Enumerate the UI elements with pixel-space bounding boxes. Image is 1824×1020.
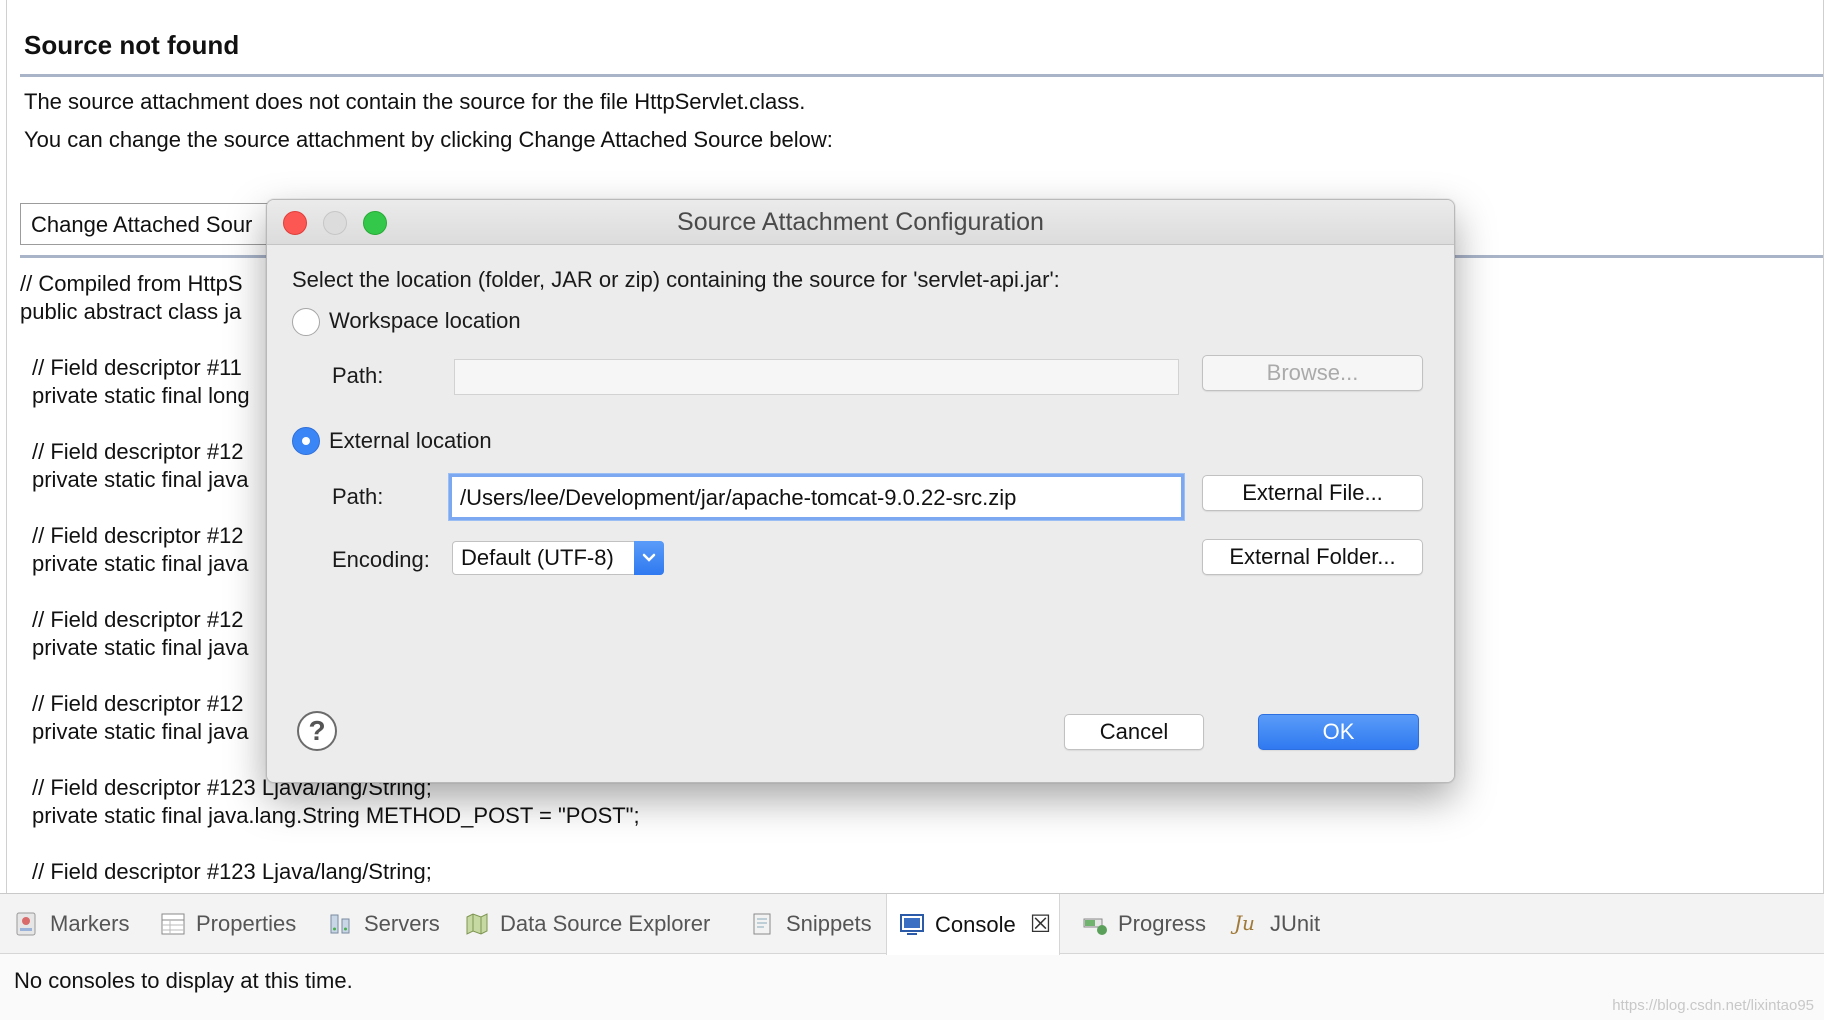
cancel-button[interactable]: Cancel: [1064, 714, 1204, 750]
close-tab-icon[interactable]: ☒: [1030, 910, 1052, 939]
progress-icon: [1082, 911, 1108, 937]
tab-label: Progress: [1118, 911, 1207, 936]
console-icon: [899, 912, 925, 938]
ok-button[interactable]: OK: [1258, 714, 1419, 750]
workspace-location-radio[interactable]: [292, 308, 320, 336]
markers-icon: [14, 911, 40, 937]
external-folder-button[interactable]: External Folder...: [1202, 539, 1423, 575]
code-line: private static final java: [32, 719, 249, 744]
external-file-button[interactable]: External File...: [1202, 475, 1423, 511]
code-line: // Field descriptor #12: [32, 607, 244, 632]
tab-markers[interactable]: Markers: [2, 894, 137, 954]
code-line: // Field descriptor #12: [32, 523, 244, 548]
empty-console-message: No consoles to display at this time.: [14, 968, 353, 993]
view-tab-bar: Markers Properties Servers Data Source E…: [0, 894, 1824, 955]
location-prompt: Select the location (folder, JAR or zip)…: [292, 267, 1060, 292]
code-line: private static final java: [32, 635, 249, 660]
external-path-label: Path:: [332, 484, 384, 509]
workspace-location-label: Workspace location: [329, 308, 521, 333]
code-line: // Field descriptor #123 Ljava/lang/Stri…: [32, 859, 432, 883]
tab-console[interactable]: Console ☒: [886, 894, 1061, 955]
tab-label: Properties: [196, 911, 297, 936]
snippets-icon: [750, 911, 776, 937]
tab-label: Snippets: [786, 911, 872, 936]
properties-icon: [160, 911, 186, 937]
tab-label: Markers: [50, 911, 130, 936]
dialog-body: Select the location (folder, JAR or zip)…: [267, 245, 1454, 782]
workspace-path-input[interactable]: [454, 359, 1179, 395]
dialog-title: Source Attachment Configuration: [677, 208, 1044, 236]
browse-button[interactable]: Browse...: [1202, 355, 1423, 391]
code-line: private static final java.lang.String ME…: [32, 803, 640, 828]
workspace-path-label: Path:: [332, 363, 384, 388]
page-title: Source not found: [24, 30, 240, 60]
watermark: https://blog.csdn.net/lixintao95: [1612, 997, 1814, 1014]
code-line: // Field descriptor #12: [32, 439, 244, 464]
message-line: The source attachment does not contain t…: [24, 89, 806, 114]
chevron-down-icon[interactable]: [634, 541, 664, 575]
tab-servers[interactable]: Servers: [316, 894, 448, 954]
code-line: public abstract class ja: [20, 299, 242, 324]
code-line: // Compiled from HttpS: [20, 271, 243, 296]
message-line: You can change the source attachment by …: [24, 127, 833, 152]
tab-label: Servers: [364, 911, 440, 936]
external-path-input[interactable]: /Users/lee/Development/jar/apache-tomcat…: [449, 474, 1184, 520]
junit-icon: Ju: [1234, 911, 1255, 935]
code-line: private static final java: [32, 551, 249, 576]
external-location-radio[interactable]: [292, 427, 320, 455]
servers-icon: [328, 911, 354, 937]
source-attachment-dialog: Source Attachment Configuration Select t…: [266, 199, 1455, 783]
code-line: // Field descriptor #12: [32, 691, 244, 716]
tab-junit[interactable]: Ju JUnit: [1222, 894, 1328, 954]
external-location-label: External location: [329, 428, 492, 453]
tab-properties[interactable]: Properties: [148, 894, 304, 954]
code-line: private static final java: [32, 467, 249, 492]
bottom-panel: Markers Properties Servers Data Source E…: [0, 893, 1824, 1020]
help-icon[interactable]: ?: [297, 711, 337, 751]
tab-label: Console: [935, 911, 1016, 937]
title-divider: [20, 74, 1823, 77]
code-line: // Field descriptor #11: [32, 355, 242, 380]
tab-label: Data Source Explorer: [500, 911, 711, 936]
encoding-label: Encoding:: [332, 547, 430, 572]
tab-progress[interactable]: Progress: [1070, 894, 1214, 954]
tab-snippets[interactable]: Snippets: [738, 894, 880, 954]
data-source-icon: [464, 911, 490, 937]
encoding-select[interactable]: Default (UTF-8): [452, 541, 664, 575]
tab-data-source-explorer[interactable]: Data Source Explorer: [452, 894, 718, 954]
tab-label: JUnit: [1270, 911, 1321, 936]
editor-left-border: [6, 0, 7, 893]
encoding-value: Default (UTF-8): [461, 545, 614, 570]
code-line: private static final long: [32, 383, 250, 408]
dialog-titlebar[interactable]: Source Attachment Configuration: [267, 200, 1454, 245]
